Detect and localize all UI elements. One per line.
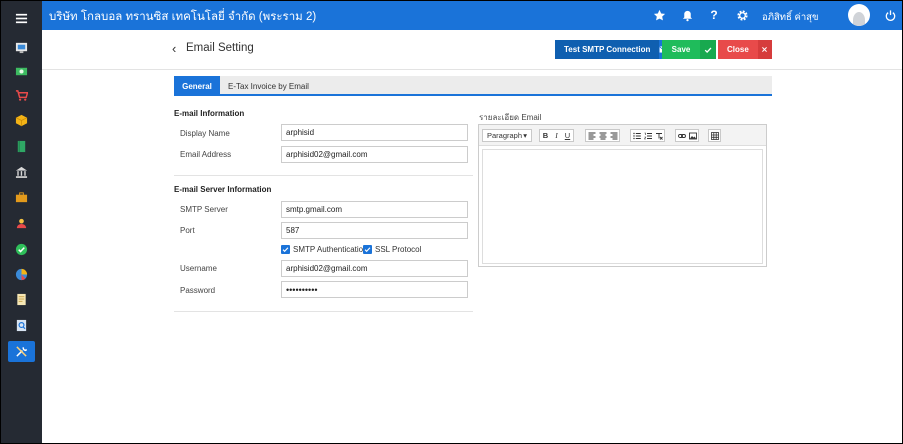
port-field[interactable]: 587	[281, 222, 468, 239]
menu-toggle-icon[interactable]	[13, 10, 30, 27]
editor-toolbar: Paragraph ▾ B I U	[479, 125, 766, 146]
display-name-field[interactable]: arphisid	[281, 124, 468, 141]
format-value: Paragraph	[487, 131, 523, 140]
password-field[interactable]: ••••••••••	[281, 281, 468, 298]
close-label: Close	[727, 45, 749, 54]
pie-chart-icon[interactable]	[13, 266, 30, 283]
email-detail-label: รายละเอียด Email	[479, 113, 542, 122]
app-frame: บริษัท โกลบอล ทรานซิส เทคโนโลยี่ จำกัด (…	[0, 0, 903, 444]
checkbox-checked-icon	[281, 245, 290, 254]
sidebar	[1, 1, 42, 443]
page-header: ‹ Email Setting Test SMTP Connection Sav…	[42, 30, 902, 70]
smtp-server-label: SMTP Server	[180, 205, 228, 214]
home-icon[interactable]	[13, 39, 30, 56]
gear-icon[interactable]	[735, 8, 749, 22]
image-icon[interactable]	[687, 130, 698, 141]
save-button[interactable]: Save	[662, 40, 716, 59]
people-icon[interactable]	[13, 215, 30, 232]
clear-format-icon[interactable]	[653, 130, 664, 141]
username-field[interactable]: arphisid02@gmail.com	[281, 260, 468, 277]
numbered-list-icon[interactable]	[642, 130, 653, 141]
company-name: บริษัท โกลบอล ทรานซิส เทคโนโลยี่ จำกัด (…	[49, 11, 317, 23]
tab-general[interactable]: General	[174, 76, 220, 96]
tab-bar: General E-Tax Invoice by Email	[174, 76, 772, 96]
close-button[interactable]: Close	[718, 40, 772, 59]
page-title: Email Setting	[186, 42, 254, 54]
editor-content-area[interactable]	[482, 149, 763, 264]
test-smtp-button[interactable]: Test SMTP Connection	[555, 40, 669, 59]
briefcase-icon[interactable]	[13, 189, 30, 206]
align-left-icon[interactable]	[586, 130, 597, 141]
email-address-label: Email Address	[180, 150, 232, 159]
table-icon[interactable]	[709, 130, 720, 141]
format-select[interactable]: Paragraph ▾	[482, 129, 532, 142]
check-icon	[700, 40, 716, 59]
ssl-protocol-checkbox[interactable]: SSL Protocol	[363, 245, 421, 254]
smtp-auth-checkbox[interactable]: SMTP Authentication	[281, 245, 368, 254]
box-icon[interactable]	[13, 112, 30, 129]
test-smtp-label: Test SMTP Connection	[564, 45, 651, 54]
avatar[interactable]	[848, 4, 870, 26]
align-center-icon[interactable]	[597, 130, 608, 141]
back-icon[interactable]: ‹	[172, 41, 176, 56]
list-group	[630, 129, 665, 142]
align-group	[585, 129, 620, 142]
bullet-list-icon[interactable]	[631, 130, 642, 141]
insert-group	[675, 129, 699, 142]
star-icon[interactable]	[652, 8, 666, 22]
close-icon	[757, 40, 772, 59]
cart-icon[interactable]	[13, 87, 30, 104]
bank-icon[interactable]	[13, 164, 30, 181]
save-label: Save	[671, 45, 691, 54]
divider	[174, 175, 473, 176]
email-info-title: E-mail Information	[174, 109, 245, 118]
rich-text-editor: Paragraph ▾ B I U	[478, 124, 767, 267]
bold-button[interactable]: B	[540, 130, 551, 141]
bell-icon[interactable]	[680, 8, 694, 22]
caret-down-icon: ▾	[523, 131, 527, 140]
email-address-field[interactable]: arphisid02@gmail.com	[281, 146, 468, 163]
smtp-auth-label: SMTP Authentication	[293, 245, 368, 254]
smtp-server-field[interactable]: smtp.gmail.com	[281, 201, 468, 218]
topbar: บริษัท โกลบอล ทรานซิส เทคโนโลยี่ จำกัด (…	[42, 1, 902, 30]
display-name-label: Display Name	[180, 129, 230, 138]
server-info-title: E-mail Server Information	[174, 185, 272, 194]
money-icon[interactable]	[13, 63, 30, 80]
divider	[174, 311, 473, 312]
align-right-icon[interactable]	[608, 130, 619, 141]
tools-icon[interactable]	[8, 341, 35, 362]
document-icon[interactable]	[13, 291, 30, 308]
ssl-protocol-label: SSL Protocol	[375, 245, 422, 254]
underline-button[interactable]: U	[562, 130, 573, 141]
password-label: Password	[180, 286, 216, 295]
link-icon[interactable]	[676, 130, 687, 141]
text-style-group: B I U	[539, 129, 574, 142]
table-group	[708, 129, 721, 142]
checkbox-checked-icon	[363, 245, 372, 254]
help-icon[interactable]: ?	[707, 8, 721, 22]
user-name[interactable]: อภิสิทธิ์ ค่าสุข	[762, 10, 818, 25]
check-circle-icon[interactable]	[13, 241, 30, 258]
port-label: Port	[180, 226, 195, 235]
power-icon[interactable]	[883, 8, 897, 22]
search-document-icon[interactable]	[13, 317, 30, 334]
username-label: Username	[180, 264, 217, 273]
book-icon[interactable]	[13, 138, 30, 155]
tab-etax-invoice[interactable]: E-Tax Invoice by Email	[228, 76, 309, 96]
italic-button[interactable]: I	[551, 130, 562, 141]
